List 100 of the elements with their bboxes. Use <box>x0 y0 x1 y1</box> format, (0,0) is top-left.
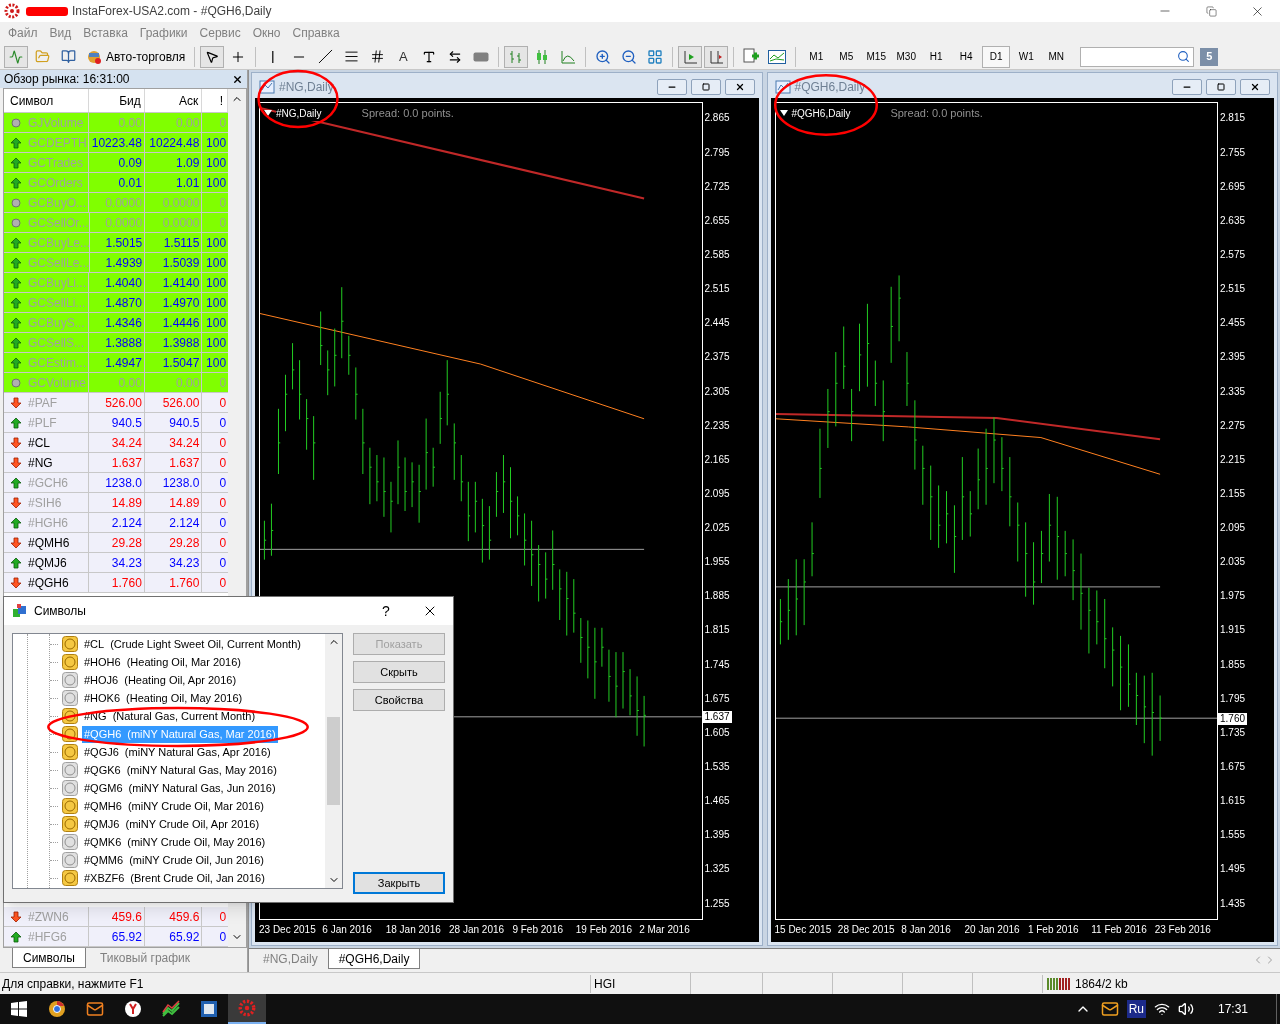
column-header[interactable]: Бид <box>89 89 145 112</box>
volume-icon[interactable] <box>1177 1001 1194 1017</box>
table-cell-text: GCSellLi... <box>28 294 86 312</box>
table-cell: 34.24 <box>89 433 145 452</box>
close-icon[interactable] <box>232 73 243 85</box>
chart-tab[interactable]: #NG,Daily <box>253 949 328 969</box>
table-row[interactable]: #PAF 526.00 526.00 0 <box>4 393 229 413</box>
timeframe-button[interactable]: M15 <box>862 45 891 68</box>
menu-item[interactable]: Вид <box>43 24 78 42</box>
table-row[interactable]: GCDEPTH 10223.48 10224.48 100 <box>4 133 229 153</box>
table-row[interactable]: #SIH6 14.89 14.89 0 <box>4 493 229 513</box>
table-cell: 29.28 <box>144 533 203 552</box>
market-watch-icon[interactable] <box>4 45 28 68</box>
table-row[interactable]: #HGH6 2.124 2.124 0 <box>4 513 229 533</box>
table-cell-text: #QMJ6 <box>28 554 67 572</box>
menu-item[interactable]: Вставка <box>77 24 134 42</box>
dropdown-icon[interactable] <box>264 110 272 117</box>
table-row[interactable]: #HFG6 65.92 65.92 0 <box>4 927 229 947</box>
table-row[interactable]: GCBuyS... 1.4346 1.4446 100 <box>4 313 229 333</box>
table-row[interactable]: #NG 1.637 1.637 0 <box>4 453 229 473</box>
symbol-item[interactable]: #QGJ6 (miNY Natural Gas, Apr 2016) <box>82 743 273 761</box>
symbol-item[interactable]: #QMJ6 (miNY Crude Oil, Apr 2016) <box>82 815 262 833</box>
symbol-item[interactable]: #XBZF6 (Brent Crude Oil, Jan 2016) <box>82 869 267 887</box>
chart-shift-icon[interactable] <box>704 45 729 68</box>
column-header[interactable]: Символ <box>4 89 90 112</box>
table-row[interactable]: GCTrades 0.09 1.09 100 <box>4 153 229 173</box>
table-cell: 0.0000 <box>89 193 145 212</box>
close-button[interactable] <box>1240 79 1270 95</box>
dialog-button[interactable]: Скрыть <box>353 661 445 683</box>
close-button[interactable] <box>724 79 755 95</box>
text-tool-button[interactable]: A <box>391 45 416 68</box>
table-cell-text: 100 <box>205 155 228 172</box>
table-row[interactable]: #QMJ6 34.23 34.23 0 <box>4 553 229 573</box>
table-row[interactable]: #GCH6 1238.0 1238.0 0 <box>4 473 229 493</box>
symbol-item[interactable]: #HOJ6 (Heating Oil, Apr 2016) <box>82 671 239 689</box>
window-title: #QGH6,Daily <box>794 79 866 96</box>
table-cell-text: GCBuyLe... <box>28 234 91 252</box>
timeframe-button[interactable]: H1 <box>922 45 951 68</box>
search-field[interactable] <box>1080 46 1195 67</box>
language-indicator[interactable]: Ru <box>1126 1000 1146 1018</box>
table-cell: 14.89 <box>89 493 145 512</box>
auto-scroll-icon[interactable] <box>678 45 703 68</box>
dropdown-icon[interactable] <box>779 110 788 117</box>
table-row[interactable]: GCOrders 0.01 1.01 100 <box>4 173 229 193</box>
timeframe-button[interactable]: M5 <box>832 45 861 68</box>
symbol-item[interactable]: #QMM6 (miNY Crude Oil, Jun 2016) <box>82 851 267 869</box>
symbol-item[interactable]: #HOH6 (Heating Oil, Mar 2016) <box>82 653 243 671</box>
timeframe-button[interactable]: W1 <box>1012 45 1041 68</box>
menu-item[interactable]: Окно <box>246 24 287 42</box>
minimize-button[interactable] <box>1172 79 1202 95</box>
menu-item[interactable]: Графики <box>133 24 194 42</box>
column-header[interactable]: Аск <box>144 89 203 112</box>
clock[interactable]: 17:31 <box>1217 1000 1248 1018</box>
cursor-icon[interactable] <box>200 45 225 68</box>
table-row[interactable]: GCBuyLe... 1.5015 1.5115 100 <box>4 233 229 253</box>
symbol-item[interactable]: #QMH6 (miNY Crude Oil, Mar 2016) <box>82 797 267 815</box>
table-cell-text: GJVolume <box>28 114 84 132</box>
table-row[interactable]: #PLF 940.5 940.5 0 <box>4 413 229 433</box>
table-row[interactable]: GCSellS... 1.3888 1.3988 100 <box>4 333 229 353</box>
panel-tab[interactable]: Тиковый график <box>89 948 201 968</box>
table-cell-text: 0 <box>218 929 228 946</box>
dialog-button[interactable]: Закрыть <box>353 872 445 894</box>
symbol-item[interactable]: #CL (Crude Light Sweet Oil, Current Month) <box>82 635 303 653</box>
auto-trading-button[interactable]: Авто-торговля <box>82 45 190 68</box>
table-cell: 1.4870 <box>89 293 145 312</box>
table-row[interactable]: #CL 34.24 34.24 0 <box>4 433 229 453</box>
minimize-button[interactable] <box>656 79 687 95</box>
timeframe-button[interactable]: MN <box>1042 45 1071 68</box>
gear-logo-icon <box>238 999 256 1017</box>
table-cell: 1238.0 <box>89 473 145 492</box>
table-cell: 526.00 <box>89 393 145 412</box>
symbol-item[interactable]: #QGM6 (miNY Natural Gas, Jun 2016) <box>82 779 278 797</box>
table-row[interactable]: GCSellLi... 1.4870 1.4970 100 <box>4 293 229 313</box>
menu-item[interactable]: Файл <box>2 24 44 42</box>
panel-tab[interactable]: Символы <box>12 948 86 968</box>
table-row[interactable]: #QGH6 1.760 1.760 0 <box>4 573 229 593</box>
table-row[interactable]: GCSellLe... 1.4939 1.5039 100 <box>4 253 229 273</box>
symbol-item[interactable]: #QGK6 (miNY Natural Gas, May 2016) <box>82 761 279 779</box>
table-row[interactable]: GCBuyLi... 1.4040 1.4140 100 <box>4 273 229 293</box>
wifi-icon[interactable] <box>1153 1001 1170 1017</box>
envelope-icon[interactable] <box>1100 1000 1119 1018</box>
table-cell: 1.4970 <box>144 293 203 312</box>
timeframe-button[interactable]: D1 <box>982 45 1011 68</box>
maximize-button[interactable] <box>690 79 721 95</box>
menu-item[interactable]: Справка <box>286 24 346 42</box>
menu-item[interactable]: Сервис <box>193 24 247 42</box>
timeframe-button[interactable]: M1 <box>802 45 831 68</box>
scroll-thumb[interactable] <box>327 717 340 805</box>
maximize-button[interactable] <box>1206 79 1236 95</box>
symbol-item[interactable]: #HOK6 (Heating Oil, May 2016) <box>82 689 245 707</box>
chart-tab[interactable]: #QGH6,Daily <box>327 949 421 969</box>
timeframe-button[interactable]: M30 <box>892 45 921 68</box>
search-icon[interactable] <box>1177 50 1191 63</box>
table-row[interactable]: GCEstim... 1.4947 1.5047 100 <box>4 353 229 373</box>
timeframe-button[interactable]: H4 <box>952 45 981 68</box>
scrollbar[interactable] <box>325 634 342 888</box>
dialog-button[interactable]: Свойства <box>353 689 445 711</box>
table-row[interactable]: #QMH6 29.28 29.28 0 <box>4 533 229 553</box>
help-button[interactable]: ? <box>371 599 401 623</box>
symbol-item[interactable]: #QMK6 (miNY Crude Oil, May 2016) <box>82 833 268 851</box>
